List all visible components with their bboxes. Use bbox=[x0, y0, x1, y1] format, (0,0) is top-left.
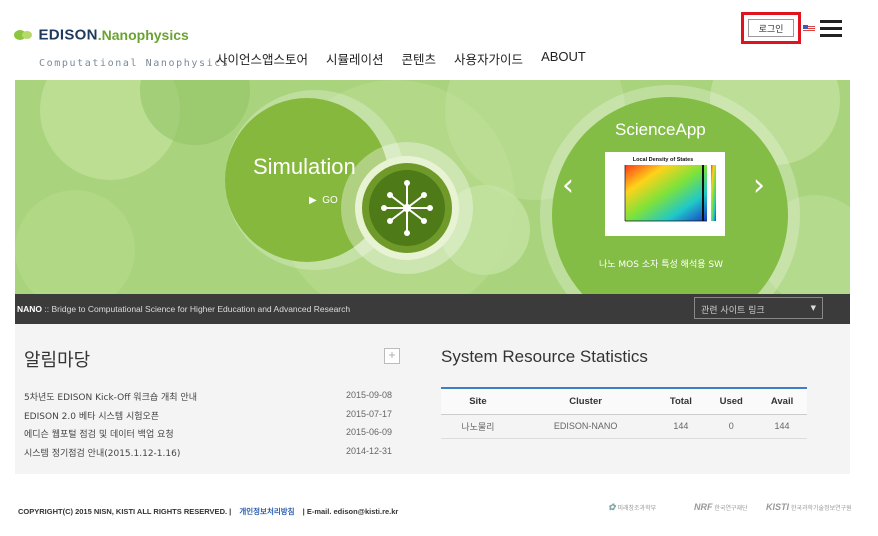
main-nav: 사이언스앱스토어 시뮬레이션 콘텐츠 사용자가이드 ABOUT bbox=[216, 49, 604, 68]
hamburger-bar bbox=[820, 20, 842, 23]
tagline-text: :: Bridge to Computational Science for H… bbox=[42, 304, 351, 314]
notice-item-date: 2014-12-31 bbox=[346, 445, 393, 456]
logo-subtitle: Computational Nanophysics bbox=[39, 58, 230, 69]
stats-header-avail: Avail bbox=[757, 387, 807, 415]
logo-suffix-text: Nanophysics bbox=[101, 26, 189, 43]
caret-down-icon: ▼ bbox=[810, 304, 816, 312]
leaf-logo-icon bbox=[14, 29, 32, 40]
privacy-policy-link[interactable]: 개인정보처리방침 bbox=[239, 507, 294, 516]
footer-email: | E-mail. edison@kisti.re.kr bbox=[302, 507, 399, 516]
notice-item-date: 2015-06-09 bbox=[346, 427, 393, 437]
notice-item-date: 2015-07-17 bbox=[346, 408, 393, 419]
stats-header-site: Site bbox=[441, 387, 515, 415]
nav-scienceapp-store[interactable]: 사이언스앱스토어 bbox=[216, 49, 308, 68]
stats-table: Site Cluster Total Used Avail 나노물리 EDISO… bbox=[441, 387, 807, 439]
nav-user-guide[interactable]: 사용자가이드 bbox=[454, 49, 523, 68]
hero-banner: Simulation ▶ GO ScienceApp Local Density… bbox=[15, 80, 850, 294]
stats-cell-avail: 144 bbox=[757, 414, 807, 439]
notice-list: 5차년도 EDISON Kick-Off 워크숍 개최 안내 2015-09-0… bbox=[24, 390, 394, 464]
notice-item-title: 5차년도 EDISON Kick-Off 워크숍 개최 안내 bbox=[24, 393, 197, 403]
partner-name: 한국연구재단 bbox=[714, 505, 748, 512]
plot-title: Local Density of States bbox=[633, 157, 694, 163]
partner-logo-kisti[interactable]: KISTI 한국과학기술정보연구원 bbox=[766, 502, 852, 512]
stats-cell-cluster: EDISON-NANO bbox=[514, 414, 657, 439]
stats-cell-site: 나노물리 bbox=[441, 414, 515, 439]
partner-name: 한국과학기술정보연구원 bbox=[790, 505, 852, 512]
login-button[interactable]: 로그인 bbox=[748, 19, 794, 37]
footer: COPYRIGHT(C) 2015 NISN, KISTI ALL RIGHTS… bbox=[18, 506, 398, 517]
scienceapp-caption: 나노 MOS 소자 특성 해석용 SW bbox=[599, 260, 723, 270]
kisti-logo-icon: KISTI bbox=[766, 502, 790, 512]
notice-item[interactable]: 에디슨 웹포털 점검 및 데이터 백업 요청 2015-06-09 bbox=[24, 427, 394, 446]
flag-icon[interactable] bbox=[803, 25, 815, 33]
chevron-left-icon[interactable]: ‹ bbox=[562, 168, 574, 203]
partner-logo-nrf[interactable]: NRF 한국연구재단 bbox=[694, 502, 748, 512]
logo-suffix: .Nanophysics bbox=[97, 26, 189, 43]
notice-item[interactable]: EDISON 2.0 베타 시스템 시험오픈 2015-07-17 bbox=[24, 409, 394, 428]
notice-item-title: EDISON 2.0 베타 시스템 시험오픈 bbox=[24, 411, 160, 422]
copyright: COPYRIGHT(C) 2015 NISN, KISTI ALL RIGHTS… bbox=[18, 507, 232, 516]
molecule-icon bbox=[381, 180, 433, 236]
hamburger-bar bbox=[820, 27, 842, 30]
msip-logo-icon: ✿ bbox=[608, 502, 616, 512]
logo-brand: EDISON bbox=[38, 26, 98, 44]
scienceapp-plot-thumbnail[interactable]: Local Density of States bbox=[605, 152, 725, 236]
nav-about[interactable]: ABOUT bbox=[541, 49, 586, 68]
play-icon: ▶ bbox=[309, 195, 317, 206]
partner-name: 미래창조과학부 bbox=[617, 505, 657, 512]
tagline: NANO :: Bridge to Computational Science … bbox=[17, 304, 350, 314]
related-sites-select[interactable]: 관련 사이트 링크 ▼ bbox=[694, 297, 823, 319]
stats-title: System Resource Statistics bbox=[441, 347, 648, 366]
site-logo[interactable]: EDISON.Nanophysics Computational Nanophy… bbox=[14, 26, 228, 72]
hamburger-bar bbox=[820, 34, 842, 37]
tagline-strip: NANO :: Bridge to Computational Science … bbox=[15, 294, 850, 324]
table-row: 나노물리 EDISON-NANO 144 0 144 bbox=[441, 414, 807, 439]
stats-header-cluster: Cluster bbox=[514, 387, 657, 415]
partner-logo-msip[interactable]: ✿ 미래창조과학부 bbox=[608, 502, 656, 513]
stats-cell-total: 144 bbox=[656, 414, 706, 439]
stats-header-row: Site Cluster Total Used Avail bbox=[441, 387, 807, 415]
related-sites-label: 관련 사이트 링크 bbox=[701, 306, 765, 316]
simulation-go-link[interactable]: ▶ GO bbox=[309, 195, 338, 206]
notice-more-button[interactable]: + bbox=[384, 348, 400, 364]
tagline-label: NANO bbox=[17, 304, 43, 314]
content-area: 알림마당 + 5차년도 EDISON Kick-Off 워크숍 개최 안내 20… bbox=[15, 324, 850, 474]
scienceapp-title[interactable]: ScienceApp bbox=[615, 120, 706, 140]
notice-item-date: 2015-09-08 bbox=[346, 390, 393, 400]
header: EDISON.Nanophysics Computational Nanophy… bbox=[0, 0, 878, 78]
hamburger-icon[interactable] bbox=[820, 20, 842, 38]
nav-contents[interactable]: 콘텐츠 bbox=[402, 49, 437, 68]
nrf-logo-icon: NRF bbox=[694, 502, 713, 512]
login-highlight: 로그인 bbox=[741, 12, 801, 44]
go-label: GO bbox=[322, 195, 338, 206]
simulation-title[interactable]: Simulation bbox=[253, 154, 356, 180]
nav-simulation[interactable]: 시뮬레이션 bbox=[326, 49, 384, 68]
notice-item-title: 에디슨 웹포털 점검 및 데이터 백업 요청 bbox=[24, 430, 174, 440]
notice-item[interactable]: 시스템 정기점검 안내(2015.1.12-1.16) 2014-12-31 bbox=[24, 446, 394, 465]
stats-header-total: Total bbox=[656, 387, 706, 415]
chevron-right-icon[interactable]: › bbox=[753, 168, 765, 203]
notice-title: 알림마당 bbox=[24, 350, 91, 371]
notice-item-title: 시스템 정기점검 안내(2015.1.12-1.16) bbox=[24, 448, 181, 459]
stats-cell-used: 0 bbox=[705, 414, 758, 439]
notice-item[interactable]: 5차년도 EDISON Kick-Off 워크숍 개최 안내 2015-09-0… bbox=[24, 390, 394, 409]
stats-header-used: Used bbox=[705, 387, 758, 415]
